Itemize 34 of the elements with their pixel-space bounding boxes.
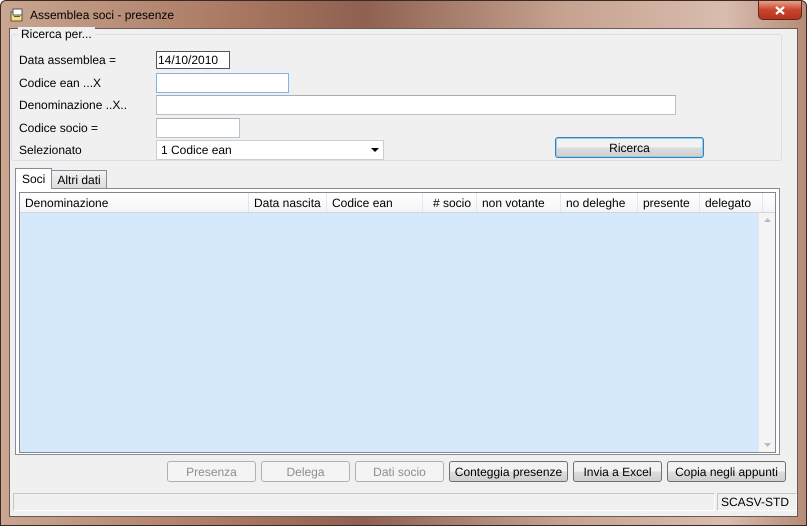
field-label: Selezionato <box>19 143 83 158</box>
column-header[interactable]: # socio <box>423 193 477 212</box>
input-field[interactable] <box>156 72 289 93</box>
column-header[interactable]: presente <box>638 193 700 212</box>
status-text: SCASV-STD <box>717 493 797 511</box>
search-button[interactable]: Ricerca <box>555 137 704 158</box>
column-header[interactable]: Denominazione <box>20 193 249 212</box>
action-button[interactable]: Conteggia presenze <box>449 461 568 482</box>
scroll-up-icon <box>764 218 770 222</box>
input-field[interactable] <box>156 118 240 138</box>
close-icon <box>775 6 785 14</box>
column-header[interactable]: Data nascita <box>249 193 327 212</box>
column-header[interactable]: Codice ean <box>327 193 423 212</box>
close-button[interactable] <box>758 1 802 20</box>
field-label: Data assemblea = <box>19 53 118 68</box>
group-title: Ricerca per... <box>18 27 95 41</box>
action-button[interactable]: Copia negli appunti <box>667 461 786 482</box>
tab[interactable]: Soci <box>15 168 52 189</box>
action-button[interactable]: Invia a Excel <box>573 461 662 482</box>
input-field[interactable]: 14/10/2010 <box>156 51 230 70</box>
scroll-down-icon <box>764 443 770 447</box>
field-label: Codice socio = <box>19 120 100 135</box>
field-label: Denominazione ..X.. <box>19 98 128 112</box>
scrollbar[interactable] <box>758 213 775 452</box>
field-label: Codice ean ...X <box>19 76 102 90</box>
column-header[interactable]: no deleghe <box>561 193 638 212</box>
caret-icon <box>371 148 379 152</box>
column-header[interactable]: delegato <box>700 193 763 212</box>
dropdown-field[interactable]: 1 Codice ean <box>156 140 384 160</box>
tab[interactable]: Altri dati <box>51 170 107 188</box>
window-title: Assemblea soci - presenze <box>30 8 174 22</box>
input-field[interactable] <box>156 95 676 116</box>
app-icon <box>9 6 25 22</box>
column-header[interactable]: non votante <box>477 193 561 212</box>
